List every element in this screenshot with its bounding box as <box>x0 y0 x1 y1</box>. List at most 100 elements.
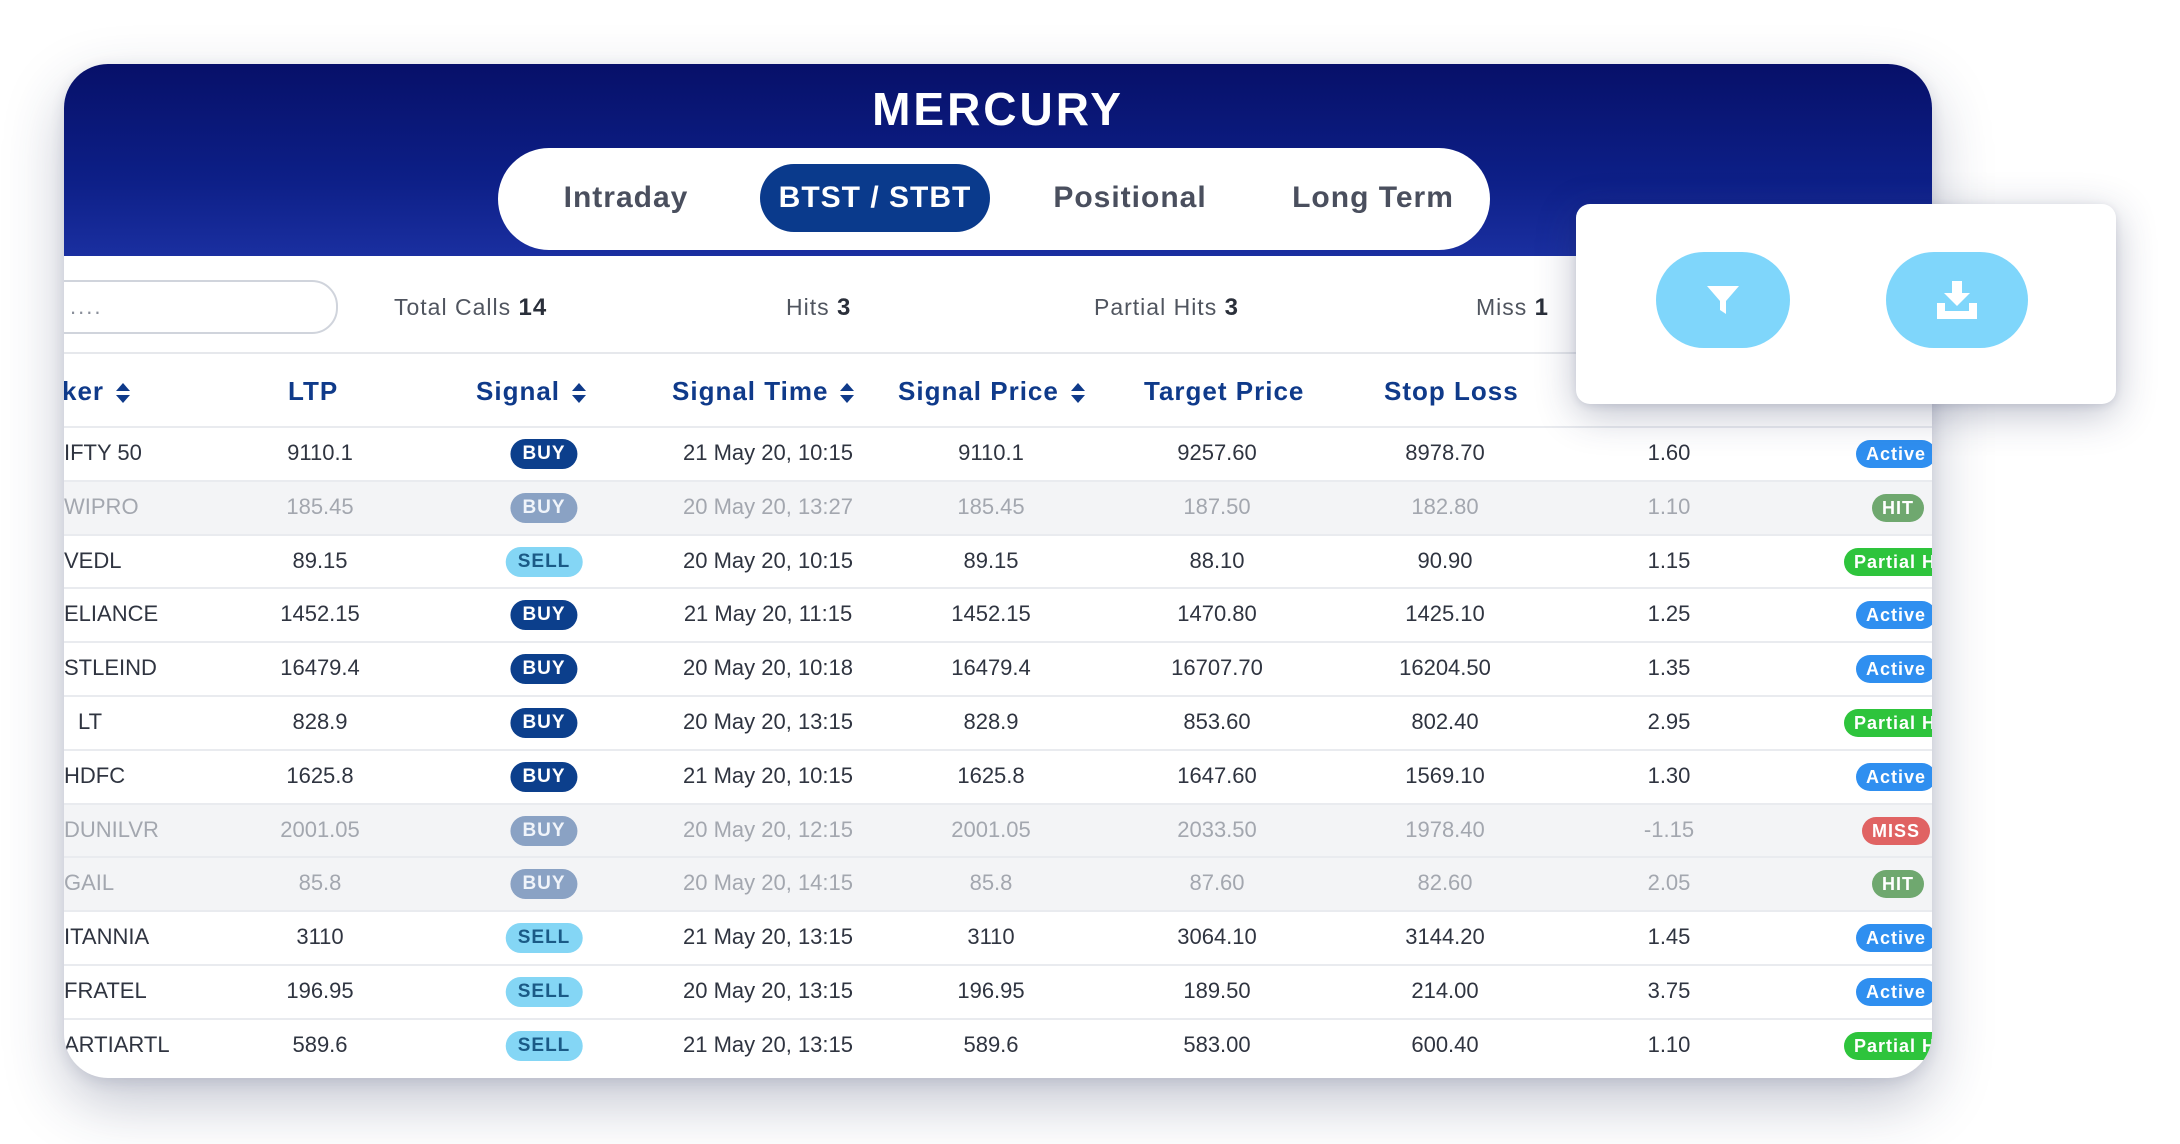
ltp-cell: 828.9 <box>292 709 348 734</box>
signal-time-cell: 21 May 20, 10:15 <box>682 440 854 465</box>
ticker-cell: FRATEL <box>64 978 147 1003</box>
tab-positional[interactable]: Positional <box>1012 164 1248 232</box>
table-row[interactable]: ELIANCE 1452.15 BUY 21 May 20, 11:15 1452.15… <box>64 587 1932 641</box>
target-price-cell: 87.60 <box>1189 870 1245 896</box>
signal-badge: BUY <box>510 815 578 846</box>
status-badge: Active <box>1856 440 1932 468</box>
ticker-cell: ITANNIA <box>64 924 150 950</box>
signal-time-cell: 20 May 20, 13:27 <box>682 493 854 519</box>
filter-icon <box>1707 286 1739 314</box>
stop-loss-cell: 3144.20 <box>1405 924 1485 950</box>
table-row[interactable]: LT 828.9 BUY 20 May 20, 13:15 828.9 853.60 802… <box>64 695 1932 749</box>
ticker-cell: ARTIARTL <box>64 1031 170 1057</box>
table-row[interactable]: VEDL 89.15 SELL 20 May 20, 10:15 89.15 88.10 9… <box>64 533 1932 588</box>
tab-long-term[interactable]: Long Term <box>1258 164 1488 232</box>
signal-time-cell: 20 May 20, 13:15 <box>682 709 854 734</box>
table-row[interactable]: GAIL 85.8 BUY 20 May 20, 14:15 85.8 87.60 82.6… <box>64 856 1932 911</box>
ltp-cell: 16479.4 <box>280 655 360 681</box>
download-button[interactable] <box>1886 252 2028 348</box>
status-badge: Active <box>1856 762 1932 791</box>
signal-badge: BUY <box>510 439 578 469</box>
column-header-signal-price-label: Signal Price <box>898 376 1059 406</box>
table-row[interactable]: WIPRO 185.45 BUY 20 May 20, 13:27 185.45 187.… <box>64 479 1932 534</box>
signal-time-cell: 21 May 20, 13:15 <box>682 1031 854 1057</box>
ltp-cell: 85.8 <box>298 870 342 896</box>
ticker-cell: VEDL <box>64 547 122 573</box>
status-badge: Partial Hi <box>1844 547 1932 576</box>
signal-time-cell: 20 May 20, 13:15 <box>682 978 854 1003</box>
sort-icon[interactable] <box>116 383 131 404</box>
signal-time-cell: 20 May 20, 12:15 <box>682 816 854 842</box>
target-price-cell: 3064.10 <box>1177 924 1257 950</box>
stop-loss-cell: 802.40 <box>1411 709 1479 734</box>
search-input[interactable]: .... <box>64 280 338 334</box>
signal-badge: BUY <box>510 600 578 631</box>
ticker-cell: IFTY 50 <box>64 440 142 465</box>
status-badge: Partial Hi <box>1844 709 1932 737</box>
ltp-cell: 9110.1 <box>287 440 353 465</box>
table-row[interactable]: HDFC 1625.8 BUY 21 May 20, 10:15 1625.8 1647.… <box>64 748 1932 803</box>
filter-button[interactable] <box>1656 252 1790 348</box>
stop-loss-cell: 1978.40 <box>1405 816 1485 842</box>
search-placeholder: .... <box>70 294 103 319</box>
tab-intraday[interactable]: Intraday <box>522 164 730 232</box>
sort-icon[interactable] <box>840 383 855 404</box>
signal-price-cell: 196.95 <box>957 978 1025 1003</box>
stat-partial-hits-value: 3 <box>1224 294 1239 321</box>
ratio-cell: 2.95 <box>1647 709 1691 734</box>
sort-icon[interactable] <box>1070 383 1085 404</box>
stat-partial-hits-label: Partial Hits <box>1094 294 1218 320</box>
ticker-cell: STLEIND <box>64 655 157 681</box>
column-header-target-price-label: Target Price <box>1144 376 1305 406</box>
signal-price-cell: 828.9 <box>963 709 1019 734</box>
column-header-target-price: Target Price <box>1144 376 1304 407</box>
table-row[interactable]: STLEIND 16479.4 BUY 20 May 20, 10:18 16479.4… <box>64 641 1932 695</box>
stop-loss-cell: 182.80 <box>1411 493 1479 519</box>
column-header-signal[interactable]: Signal <box>476 376 587 407</box>
ratio-cell: 1.45 <box>1647 924 1691 950</box>
stat-hits-label: Hits <box>786 294 830 320</box>
table-row[interactable]: ARTIARTL 589.6 SELL 21 May 20, 13:15 589.6 58… <box>64 1017 1932 1072</box>
stop-loss-cell: 90.90 <box>1417 547 1473 573</box>
stat-hits-value: 3 <box>837 294 852 321</box>
stat-total-calls-label: Total Calls <box>394 294 512 320</box>
table-row[interactable]: DUNILVR 2001.05 BUY 20 May 20, 12:15 2001.05… <box>64 802 1932 857</box>
ticker-cell: DUNILVR <box>64 816 159 842</box>
target-price-cell: 9257.60 <box>1177 440 1257 465</box>
ticker-cell: GAIL <box>64 870 115 896</box>
signal-price-cell: 589.6 <box>963 1031 1019 1057</box>
ticker-cell: WIPRO <box>64 493 139 519</box>
signal-price-cell: 16479.4 <box>951 655 1031 681</box>
signal-badge: BUY <box>510 761 578 792</box>
ratio-cell: 1.35 <box>1647 655 1691 681</box>
column-header-signal-time[interactable]: Signal Time <box>672 376 855 407</box>
signal-time-cell: 20 May 20, 10:15 <box>682 547 854 573</box>
stop-loss-cell: 1425.10 <box>1405 601 1485 627</box>
status-badge: Partial Hi <box>1844 1031 1932 1060</box>
status-badge: Active <box>1856 978 1932 1006</box>
ratio-cell: 1.60 <box>1647 440 1691 465</box>
signal-time-cell: 21 May 20, 13:15 <box>682 924 854 950</box>
table-row[interactable]: FRATEL 196.95 SELL 20 May 20, 13:15 196.95 18… <box>64 964 1932 1018</box>
stat-partial-hits: Partial Hits 3 <box>1094 294 1239 322</box>
stat-hits: Hits 3 <box>786 294 851 322</box>
signal-time-cell: 20 May 20, 10:18 <box>682 655 854 681</box>
sort-icon[interactable] <box>572 383 587 404</box>
signal-price-cell: 185.45 <box>957 493 1025 519</box>
signal-badge: SELL <box>505 546 583 577</box>
ratio-cell: -1.15 <box>1643 816 1695 842</box>
signal-time-cell: 21 May 20, 10:15 <box>682 762 854 788</box>
app-title: MERCURY <box>872 83 1124 135</box>
table-row[interactable]: IFTY 50 9110.1 BUY 21 May 20, 10:15 9110.1 92… <box>64 426 1932 480</box>
signal-badge: BUY <box>510 492 578 523</box>
segment-tabs: Intraday BTST / STBT Positional Long Ter… <box>498 148 1490 250</box>
column-header-signal-price[interactable]: Signal Price <box>898 376 1085 407</box>
stop-loss-cell: 82.60 <box>1417 870 1473 896</box>
column-header-ticker[interactable]: ker <box>64 376 131 407</box>
signal-price-cell: 85.8 <box>969 870 1013 896</box>
tab-btst-stbt[interactable]: BTST / STBT <box>760 164 990 232</box>
signal-price-cell: 9110.1 <box>958 440 1024 465</box>
target-price-cell: 189.50 <box>1183 978 1251 1003</box>
table-row[interactable]: ITANNIA 3110 SELL 21 May 20, 13:15 3110 3064.… <box>64 910 1932 964</box>
signal-price-cell: 1625.8 <box>957 762 1025 788</box>
